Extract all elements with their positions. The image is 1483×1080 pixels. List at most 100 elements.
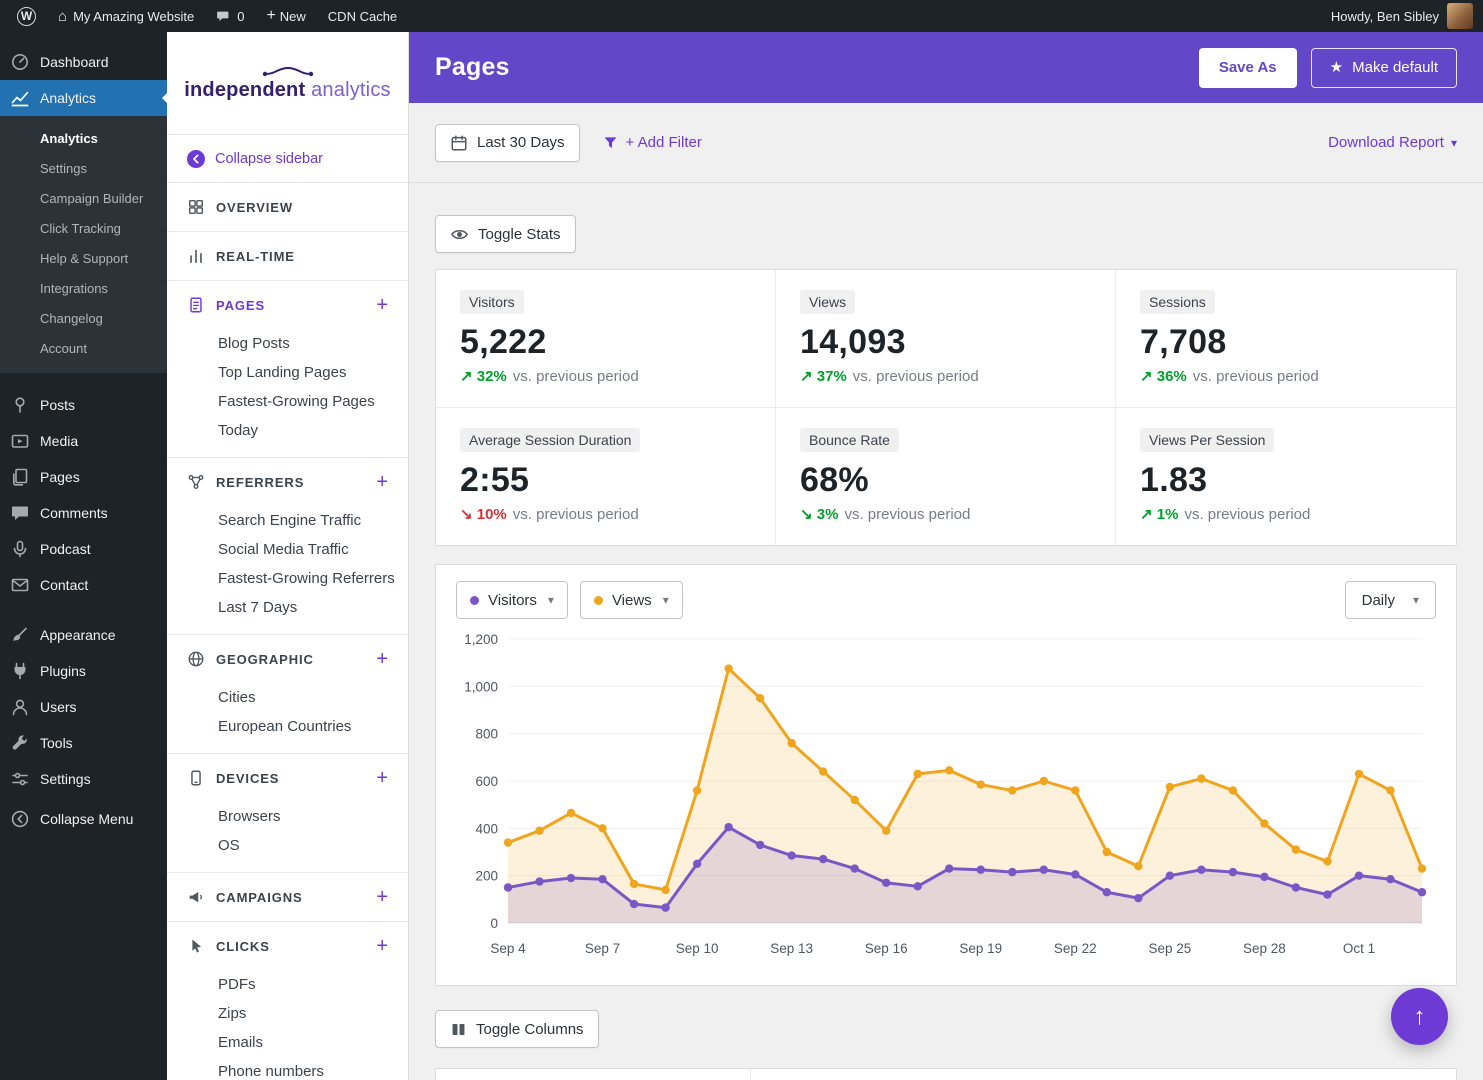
stat-value: 1.83 — [1140, 461, 1432, 500]
pages-table-metric-columns — [751, 1069, 1456, 1080]
trend-pct-label: 3% — [817, 506, 839, 523]
menu-label: Contact — [40, 577, 88, 593]
sidebar-item-tools[interactable]: Tools — [0, 725, 167, 761]
collapse-sidebar-label: Collapse sidebar — [215, 151, 323, 167]
cdn-cache-link[interactable]: CDN Cache — [317, 0, 408, 32]
ia-nav-devices[interactable]: DEVICES + — [167, 754, 408, 802]
sidebar-item-pages[interactable]: Pages — [0, 459, 167, 495]
ia-subitem-fastest-growing-pages[interactable]: Fastest-Growing Pages — [167, 387, 408, 416]
stat-value: 68% — [800, 461, 1091, 500]
site-name-link[interactable]: ⌂ My Amazing Website — [47, 0, 205, 32]
menu-label: Plugins — [40, 663, 86, 679]
menu-label: Users — [40, 699, 77, 715]
add-clicks-report-button[interactable]: + — [376, 936, 388, 956]
sidebar-item-comments[interactable]: Comments — [0, 495, 167, 531]
ia-subitem-blog-posts[interactable]: Blog Posts — [167, 329, 408, 358]
menu-label: Settings — [40, 771, 91, 787]
sidebar-item-podcast[interactable]: Podcast — [0, 531, 167, 567]
ia-subitem-emails[interactable]: Emails — [167, 1028, 408, 1057]
sidebar-item-dashboard[interactable]: Dashboard — [0, 44, 167, 80]
submenu-item-analytics[interactable]: Analytics — [0, 123, 167, 153]
svg-text:Sep 10: Sep 10 — [676, 941, 719, 956]
views-series-select[interactable]: Views ▾ — [580, 581, 683, 619]
submenu-item-changelog[interactable]: Changelog — [0, 303, 167, 333]
ia-subitem-european-countries[interactable]: European Countries — [167, 712, 408, 741]
avatar[interactable] — [1447, 3, 1473, 29]
wordpress-menu-button[interactable]: W — [6, 0, 47, 32]
submenu-item-click-tracking[interactable]: Click Tracking — [0, 213, 167, 243]
collapse-sidebar-button[interactable]: Collapse sidebar — [167, 135, 408, 183]
sidebar-item-settings[interactable]: Settings — [0, 761, 167, 797]
collapse-menu-button[interactable]: Collapse Menu — [0, 801, 167, 837]
add-filter-button[interactable]: + Add Filter — [602, 134, 702, 151]
sidebar-item-appearance[interactable]: Appearance — [0, 617, 167, 653]
analytics-icon — [10, 88, 30, 108]
make-default-button[interactable]: ★ Make default — [1311, 48, 1457, 88]
svg-text:1,000: 1,000 — [464, 679, 498, 694]
svg-text:Oct 1: Oct 1 — [1343, 941, 1375, 956]
page-header: Pages Save As ★ Make default — [409, 32, 1483, 103]
date-range-button[interactable]: Last 30 Days — [435, 124, 580, 162]
visitors-series-dot — [470, 596, 479, 605]
howdy-account-link[interactable]: Howdy, Ben Sibley — [1331, 9, 1439, 24]
stat-value: 5,222 — [460, 323, 751, 362]
sidebar-item-posts[interactable]: Posts — [0, 387, 167, 423]
ia-subitem-top-landing-pages[interactable]: Top Landing Pages — [167, 358, 408, 387]
add-devices-report-button[interactable]: + — [376, 768, 388, 788]
chevron-down-icon: ▾ — [663, 594, 669, 606]
toggle-columns-label: Toggle Columns — [476, 1021, 584, 1038]
submenu-item-integrations[interactable]: Integrations — [0, 273, 167, 303]
ia-subitem-os[interactable]: OS — [167, 831, 408, 860]
interval-select[interactable]: Daily ▾ — [1345, 581, 1436, 619]
submenu-item-help-support[interactable]: Help & Support — [0, 243, 167, 273]
ia-subitem-zips[interactable]: Zips — [167, 999, 408, 1028]
ia-group-pages: PAGES + Blog Posts Top Landing Pages Fas… — [167, 281, 408, 458]
visitors-series-select[interactable]: Visitors ▾ — [456, 581, 568, 619]
main-panel: Pages Save As ★ Make default Last 30 Day… — [409, 32, 1483, 1080]
submenu-item-settings[interactable]: Settings — [0, 153, 167, 183]
sidebar-item-analytics[interactable]: Analytics — [0, 80, 167, 116]
ia-subitem-pdfs[interactable]: PDFs — [167, 970, 408, 999]
ia-nav-pages[interactable]: PAGES + — [167, 281, 408, 329]
sidebar-item-contact[interactable]: Contact — [0, 567, 167, 603]
download-report-button[interactable]: Download Report ▾ — [1328, 134, 1457, 151]
comments-link[interactable]: 0 — [205, 0, 255, 32]
site-name-label: My Amazing Website — [73, 9, 194, 24]
stat-label: Sessions — [1140, 290, 1215, 314]
add-referrers-report-button[interactable]: + — [376, 472, 388, 492]
scroll-top-button[interactable]: ↑ — [1391, 988, 1448, 1045]
toggle-columns-button[interactable]: Toggle Columns — [435, 1010, 599, 1048]
ia-nav-realtime[interactable]: REAL-TIME — [167, 232, 408, 280]
ia-nav-referrers[interactable]: REFERRERS + — [167, 458, 408, 506]
trend-vs-label: vs. previous period — [513, 368, 639, 385]
save-as-button[interactable]: Save As — [1199, 48, 1297, 88]
sidebar-item-users[interactable]: Users — [0, 689, 167, 725]
trend-vs-label: vs. previous period — [513, 506, 639, 523]
plug-icon — [10, 661, 30, 681]
toggle-stats-button[interactable]: Toggle Stats — [435, 215, 576, 253]
submenu-item-account[interactable]: Account — [0, 333, 167, 363]
ia-subitem-fastest-growing-referrers[interactable]: Fastest-Growing Referrers — [167, 564, 408, 593]
add-pages-report-button[interactable]: + — [376, 295, 388, 315]
add-campaigns-report-button[interactable]: + — [376, 887, 388, 907]
svg-text:Sep 25: Sep 25 — [1148, 941, 1191, 956]
ia-subitem-search-engine-traffic[interactable]: Search Engine Traffic — [167, 506, 408, 535]
sidebar-item-plugins[interactable]: Plugins — [0, 653, 167, 689]
ia-subitem-last-7-days[interactable]: Last 7 Days — [167, 593, 408, 622]
ia-subitem-social-media-traffic[interactable]: Social Media Traffic — [167, 535, 408, 564]
svg-text:600: 600 — [475, 774, 498, 789]
ia-subitem-cities[interactable]: Cities — [167, 683, 408, 712]
menu-label: Tools — [40, 735, 73, 751]
ia-nav-overview[interactable]: OVERVIEW — [167, 183, 408, 231]
ia-nav-campaigns[interactable]: CAMPAIGNS + — [167, 873, 408, 921]
ia-nav-clicks[interactable]: CLICKS + — [167, 922, 408, 970]
ia-subitem-phone-numbers[interactable]: Phone numbers — [167, 1057, 408, 1080]
ia-subitem-today[interactable]: Today — [167, 416, 408, 445]
submenu-item-campaign-builder[interactable]: Campaign Builder — [0, 183, 167, 213]
ia-nav-geographic[interactable]: GEOGRAPHIC + — [167, 635, 408, 683]
ia-subitem-browsers[interactable]: Browsers — [167, 802, 408, 831]
add-geographic-report-button[interactable]: + — [376, 649, 388, 669]
new-content-button[interactable]: + New — [255, 0, 316, 32]
sidebar-item-media[interactable]: Media — [0, 423, 167, 459]
up-arrow-icon: ↑ — [1414, 1003, 1426, 1031]
